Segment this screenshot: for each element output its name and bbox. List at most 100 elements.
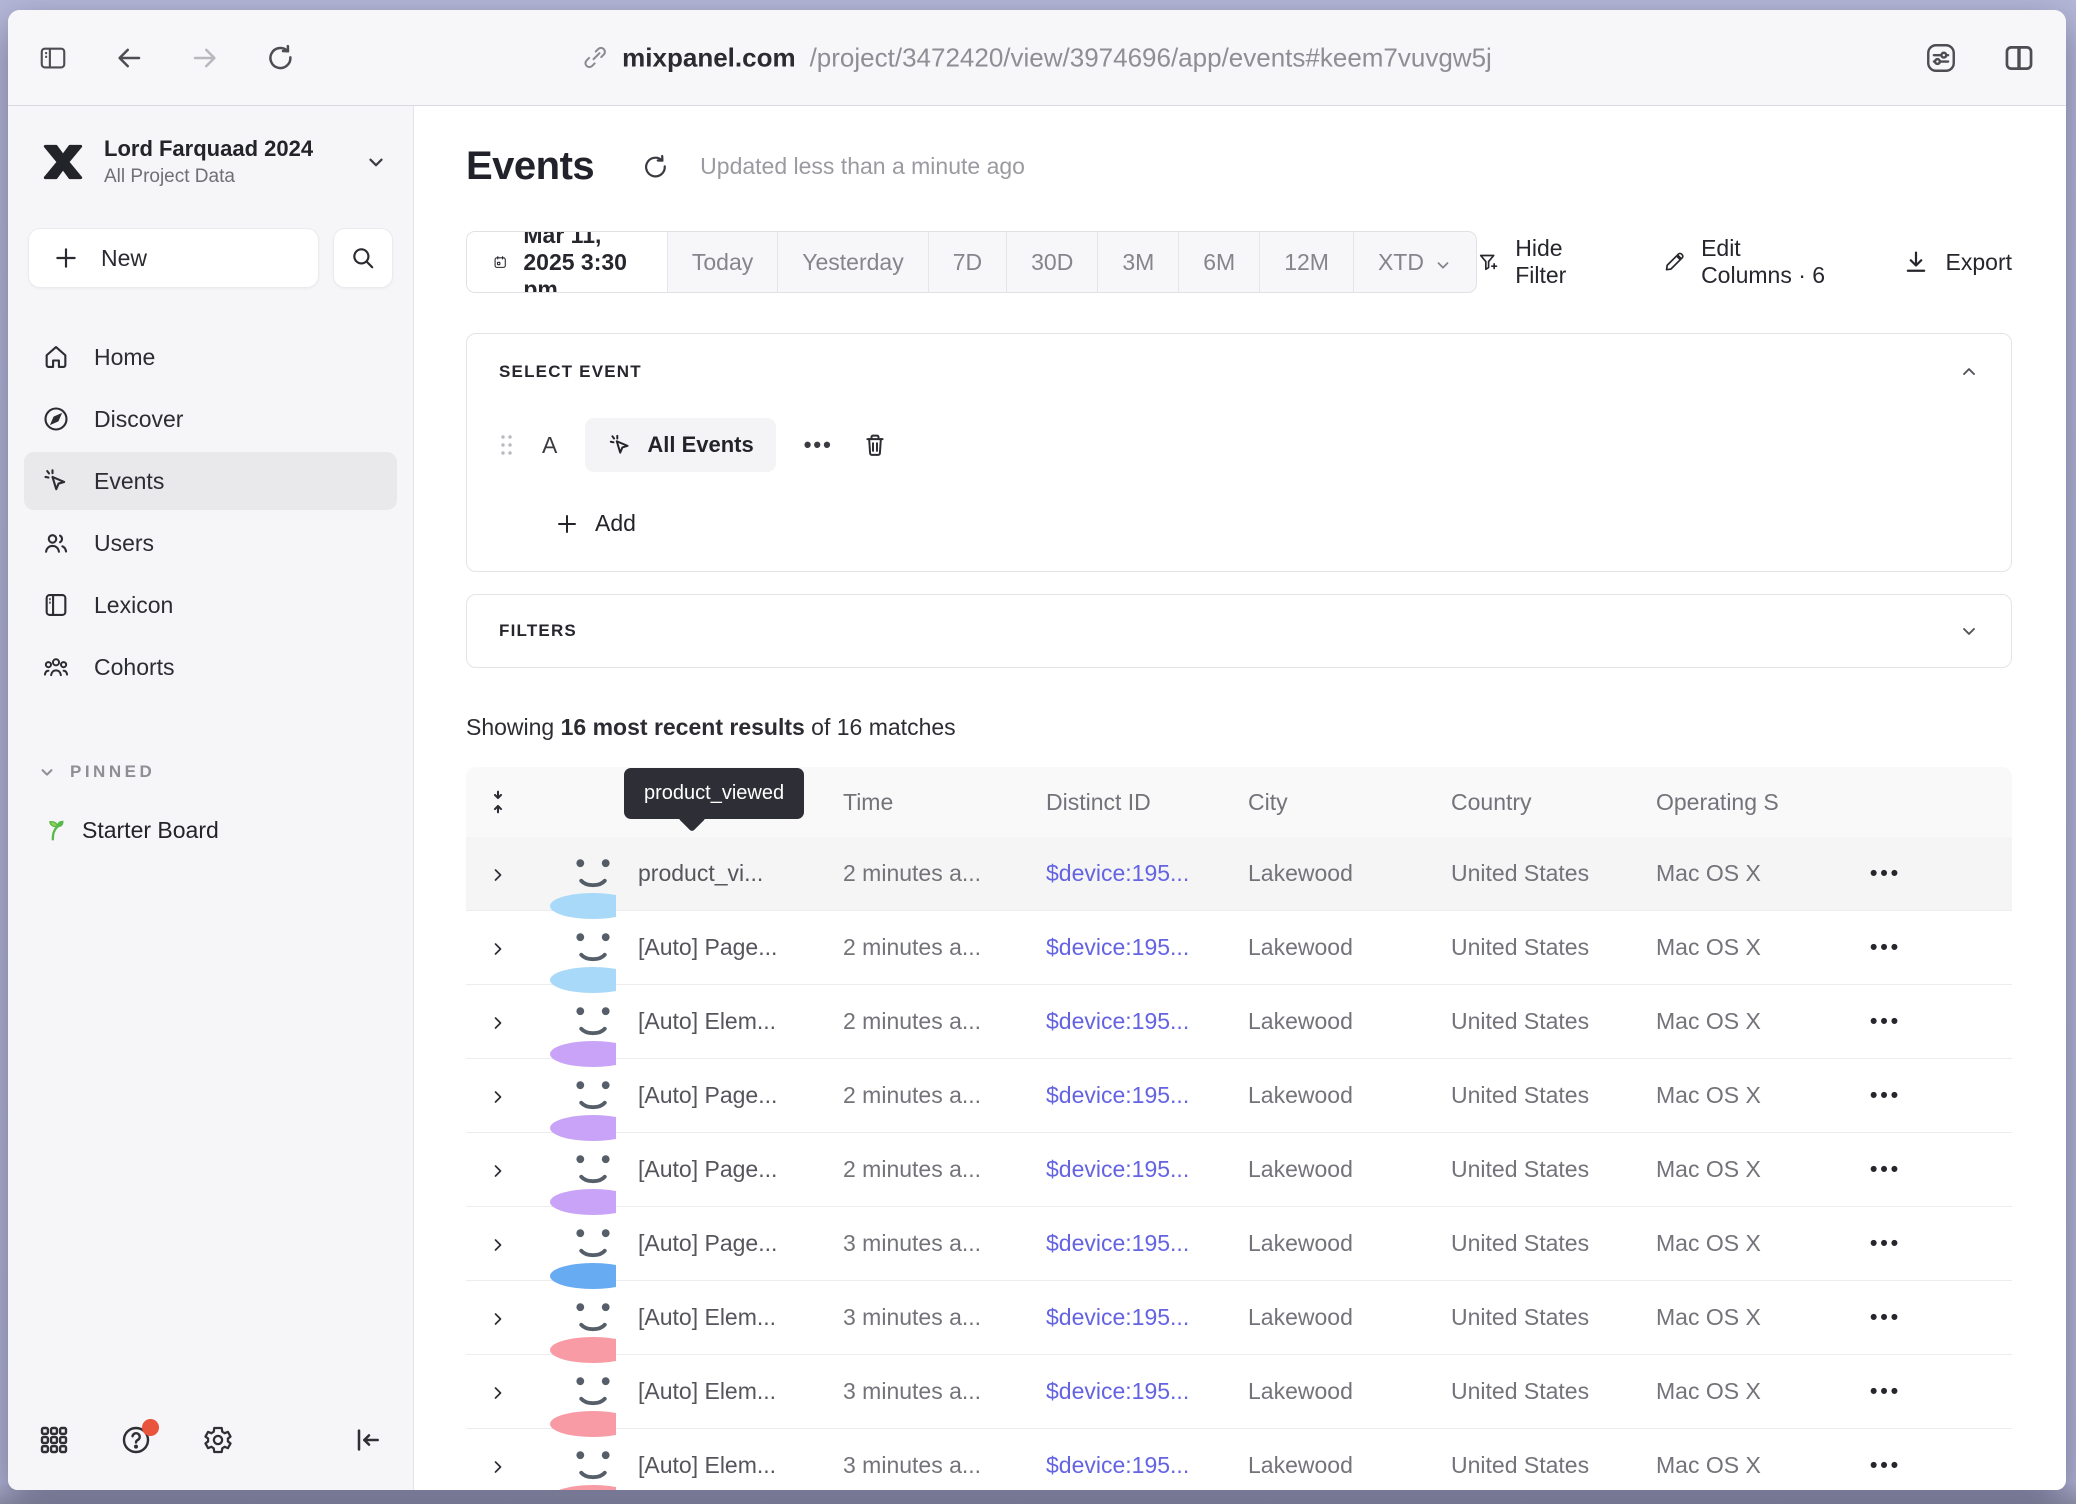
- event-name-cell[interactable]: [Auto] Elem...: [616, 1452, 821, 1479]
- range-yesterday[interactable]: Yesterday: [778, 232, 928, 292]
- help-icon[interactable]: [120, 1424, 152, 1456]
- sidebar-item-events[interactable]: Events: [24, 452, 397, 510]
- export-button[interactable]: Export: [1902, 248, 2012, 276]
- chevron-right-icon: [488, 938, 508, 958]
- event-name-cell[interactable]: [Auto] Page...: [616, 1230, 821, 1257]
- sidebar-item-cohorts[interactable]: Cohorts: [24, 638, 397, 696]
- distinct-id-link[interactable]: $device:195...: [1024, 934, 1226, 961]
- split-view-icon[interactable]: [2002, 41, 2036, 75]
- event-name-cell[interactable]: [Auto] Elem...: [616, 1378, 821, 1405]
- refresh-icon[interactable]: [642, 153, 670, 181]
- settings-gear-icon[interactable]: [202, 1424, 234, 1456]
- pinned-section-header[interactable]: PINNED: [24, 762, 397, 782]
- search-icon: [350, 245, 376, 271]
- event-name-cell[interactable]: [Auto] Page...: [616, 1156, 821, 1183]
- distinct-id-link[interactable]: $device:195...: [1024, 1230, 1226, 1257]
- expand-row-button[interactable]: [466, 1382, 530, 1402]
- results-summary: Showing 16 most recent results of 16 mat…: [466, 714, 2066, 741]
- event-name-cell[interactable]: product_vi...: [616, 860, 821, 887]
- drag-handle-icon[interactable]: [499, 432, 514, 458]
- distinct-id-link[interactable]: $device:195...: [1024, 1452, 1226, 1479]
- row-more-icon[interactable]: •••: [1784, 1158, 2012, 1182]
- expand-row-button[interactable]: [466, 864, 530, 884]
- distinct-id-link[interactable]: $device:195...: [1024, 1082, 1226, 1109]
- sidebar-item-starter-board[interactable]: Starter Board: [24, 816, 397, 844]
- all-events-label: All Events: [647, 432, 753, 458]
- expand-row-button[interactable]: [466, 1160, 530, 1180]
- range-30d[interactable]: 30D: [1007, 232, 1098, 292]
- row-more-icon[interactable]: •••: [1784, 936, 2012, 960]
- trash-icon[interactable]: [861, 431, 889, 459]
- address-bar[interactable]: mixpanel.com/project/3472420/view/397469…: [582, 42, 1492, 73]
- event-name-cell[interactable]: [Auto] Elem...: [616, 1304, 821, 1331]
- expand-row-button[interactable]: [466, 1086, 530, 1106]
- distinct-id-link[interactable]: $device:195...: [1024, 1304, 1226, 1331]
- expand-row-button[interactable]: [466, 1234, 530, 1254]
- column-header-city[interactable]: City: [1226, 789, 1429, 816]
- project-switcher[interactable]: Lord Farquaad 2024 All Project Data: [24, 126, 397, 198]
- range-6m[interactable]: 6M: [1179, 232, 1260, 292]
- new-button[interactable]: New: [28, 228, 319, 288]
- all-events-chip[interactable]: All Events: [585, 418, 775, 472]
- edit-columns-button[interactable]: Edit Columns · 6: [1663, 235, 1838, 289]
- time-cell: 3 minutes a...: [821, 1230, 1024, 1257]
- range-7d[interactable]: 7D: [929, 232, 1007, 292]
- expand-row-button[interactable]: [466, 1456, 530, 1476]
- table-row[interactable]: product_vi...2 minutes a...$device:195..…: [466, 837, 2012, 911]
- range-3m[interactable]: 3M: [1098, 232, 1179, 292]
- table-row[interactable]: [Auto] Page...3 minutes a...$device:195.…: [466, 1207, 2012, 1281]
- hide-filter-button[interactable]: Hide Filter: [1477, 235, 1599, 289]
- row-more-icon[interactable]: •••: [1784, 862, 2012, 886]
- sidebar-item-home[interactable]: Home: [24, 328, 397, 386]
- table-row[interactable]: [Auto] Page...2 minutes a...$device:195.…: [466, 911, 2012, 985]
- collapse-sidebar-icon[interactable]: [351, 1424, 383, 1456]
- row-more-icon[interactable]: •••: [1784, 1380, 2012, 1404]
- date-picker-button[interactable]: Mar 11, 2025 3:30 pm: [467, 232, 668, 292]
- range-xtd[interactable]: XTD: [1354, 232, 1476, 292]
- country-cell: United States: [1429, 1230, 1634, 1257]
- range-today[interactable]: Today: [668, 232, 778, 292]
- range-12m[interactable]: 12M: [1260, 232, 1354, 292]
- table-row[interactable]: [Auto] Page...2 minutes a...$device:195.…: [466, 1059, 2012, 1133]
- collapse-all-rows-icon[interactable]: [485, 789, 511, 815]
- row-more-icon[interactable]: •••: [1784, 1232, 2012, 1256]
- table-row[interactable]: [Auto] Page...2 minutes a...$device:195.…: [466, 1133, 2012, 1207]
- chevron-down-icon: [1434, 253, 1452, 271]
- column-header-distinct-id[interactable]: Distinct ID: [1024, 789, 1226, 816]
- expand-row-button[interactable]: [466, 1308, 530, 1328]
- column-header-country[interactable]: Country: [1429, 789, 1634, 816]
- add-event-button[interactable]: Add: [555, 510, 1979, 537]
- table-row[interactable]: [Auto] Elem...3 minutes a...$device:195.…: [466, 1281, 2012, 1355]
- table-row[interactable]: [Auto] Elem...3 minutes a...$device:195.…: [466, 1355, 2012, 1429]
- chevron-up-icon[interactable]: [1959, 362, 1979, 382]
- page-settings-icon[interactable]: [1924, 41, 1958, 75]
- row-more-icon[interactable]: •••: [1784, 1306, 2012, 1330]
- chevron-down-icon[interactable]: [1959, 621, 1979, 641]
- distinct-id-link[interactable]: $device:195...: [1024, 1008, 1226, 1035]
- event-name-cell[interactable]: [Auto] Page...: [616, 934, 821, 961]
- table-row[interactable]: [Auto] Elem...2 minutes a...$device:195.…: [466, 985, 2012, 1059]
- back-icon[interactable]: [114, 43, 144, 73]
- apps-grid-icon[interactable]: [38, 1424, 70, 1456]
- sidebar-item-lexicon[interactable]: Lexicon: [24, 576, 397, 634]
- distinct-id-link[interactable]: $device:195...: [1024, 1156, 1226, 1183]
- distinct-id-link[interactable]: $device:195...: [1024, 860, 1226, 887]
- sidebar-item-users[interactable]: Users: [24, 514, 397, 572]
- table-body: product_vi...2 minutes a...$device:195..…: [466, 837, 2012, 1490]
- distinct-id-link[interactable]: $device:195...: [1024, 1378, 1226, 1405]
- column-header-os[interactable]: Operating S: [1634, 789, 1784, 816]
- column-header-time[interactable]: Time: [821, 789, 1024, 816]
- reload-icon[interactable]: [266, 43, 296, 73]
- event-more-icon[interactable]: •••: [804, 432, 833, 458]
- expand-row-button[interactable]: [466, 1012, 530, 1032]
- row-more-icon[interactable]: •••: [1784, 1454, 2012, 1478]
- search-button[interactable]: [333, 228, 393, 288]
- expand-row-button[interactable]: [466, 938, 530, 958]
- sidebar-item-discover[interactable]: Discover: [24, 390, 397, 448]
- row-more-icon[interactable]: •••: [1784, 1010, 2012, 1034]
- sidebar-toggle-icon[interactable]: [38, 43, 68, 73]
- table-row[interactable]: [Auto] Elem...3 minutes a...$device:195.…: [466, 1429, 2012, 1490]
- event-name-cell[interactable]: [Auto] Elem...: [616, 1008, 821, 1035]
- row-more-icon[interactable]: •••: [1784, 1084, 2012, 1108]
- event-name-cell[interactable]: [Auto] Page...: [616, 1082, 821, 1109]
